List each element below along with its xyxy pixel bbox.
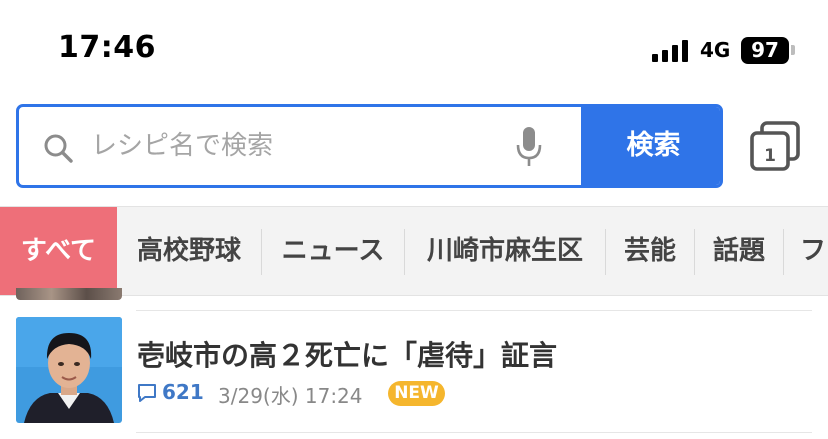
search-button[interactable]: 検索	[581, 107, 720, 185]
new-badge: NEW	[388, 381, 445, 406]
microphone-icon[interactable]	[516, 125, 542, 169]
comment-count: 621	[162, 380, 204, 404]
category-tabs: すべて 高校野球 ニュース 川崎市麻生区 芸能 話題 フ	[0, 206, 828, 296]
battery-nub	[791, 45, 795, 55]
signal-strength-icon	[652, 40, 692, 62]
tab-news[interactable]: ニュース	[262, 207, 404, 295]
search-input[interactable]	[91, 129, 451, 163]
article-timestamp: 3/29(水) 17:24	[218, 384, 363, 408]
tab-high-school-baseball[interactable]: 高校野球	[117, 207, 261, 295]
battery-level: 97	[751, 38, 779, 62]
network-type: 4G	[700, 38, 731, 62]
tab-kawasaki-asao[interactable]: 川崎市麻生区	[405, 207, 605, 295]
comment-icon	[138, 384, 156, 402]
tab-entertainment[interactable]: 芸能	[606, 207, 694, 295]
article-thumbnail[interactable]	[16, 317, 122, 423]
previous-article-thumbnail[interactable]	[16, 288, 122, 300]
tab-topics[interactable]: 話題	[695, 207, 783, 295]
article-title[interactable]: 壱岐市の高２死亡に「虐待」証言	[137, 334, 557, 374]
row-divider	[136, 432, 812, 433]
tab-partial[interactable]: フ	[784, 207, 828, 295]
status-bar: 17:46 4G 97	[0, 0, 828, 100]
tab-all[interactable]: すべて	[0, 207, 117, 295]
battery-icon: 97	[741, 37, 789, 64]
row-divider	[136, 310, 812, 311]
search-bar: 検索	[16, 104, 723, 188]
search-icon	[44, 134, 73, 163]
status-time: 17:46	[58, 30, 156, 65]
tab-switcher-icon[interactable]: 1	[748, 120, 802, 174]
tab-count: 1	[764, 146, 776, 166]
